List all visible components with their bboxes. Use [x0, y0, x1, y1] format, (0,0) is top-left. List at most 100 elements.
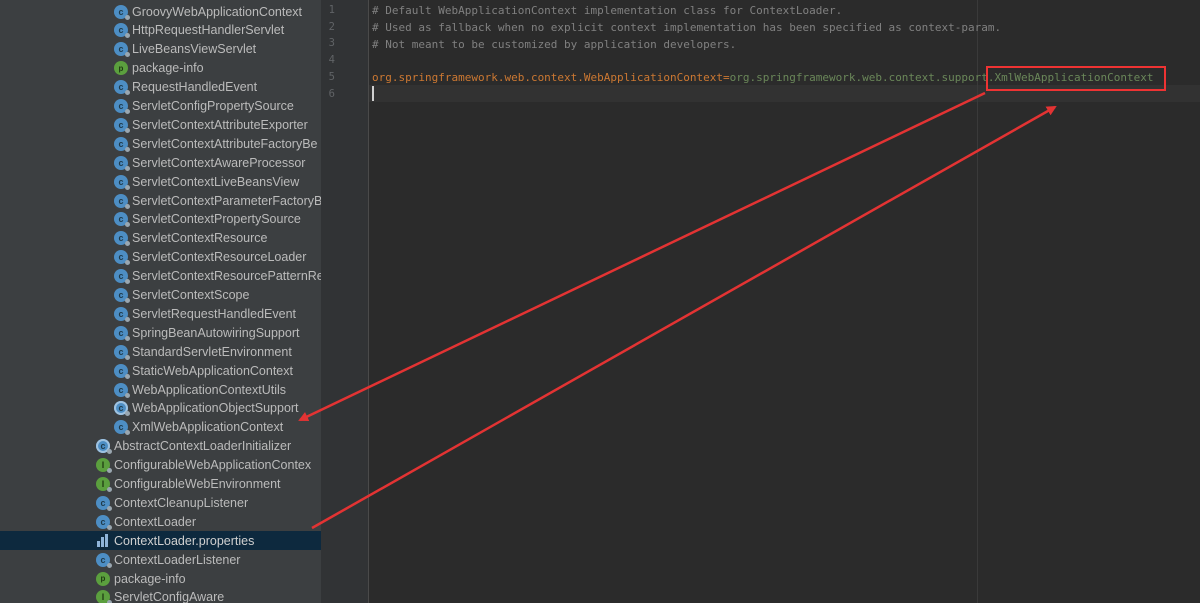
tree-item[interactable]: c ServletContextAttributeExporter: [0, 115, 321, 134]
class-icon: c: [96, 495, 112, 511]
code-line-1[interactable]: # Default WebApplicationContext implemen…: [372, 2, 842, 19]
tree-item-label: ServletContextAttributeExporter: [132, 117, 308, 132]
class-icon: c: [114, 306, 130, 322]
tree-item[interactable]: c AbstractContextLoaderInitializer: [0, 437, 321, 456]
tree-item-label: ContextCleanupListener: [114, 495, 249, 510]
property-equals: =: [723, 71, 730, 84]
class-icon: c: [96, 514, 112, 530]
package-info-icon: p: [96, 571, 110, 586]
tree-item-label: AbstractContextLoaderInitializer: [114, 439, 292, 454]
line-number: 5: [328, 70, 335, 83]
package-info-icon: p: [114, 61, 128, 76]
class-icon: c: [114, 136, 130, 152]
tree-item[interactable]: c ServletContextParameterFactoryB: [0, 191, 321, 210]
class-icon: c: [114, 99, 130, 114]
tree-item[interactable]: I ConfigurableWebApplicationContex: [0, 456, 321, 475]
interface-icon: I: [96, 458, 112, 474]
class-icon: c: [114, 231, 130, 247]
class-icon: c: [114, 212, 130, 228]
line-number: 2: [328, 20, 335, 33]
properties-file-icon: [96, 533, 110, 548]
line-number: 1: [328, 4, 335, 16]
tree-item[interactable]: c StaticWebApplicationContext: [0, 361, 321, 380]
tree-item[interactable]: c ServletContextResource: [0, 229, 321, 248]
tree-item[interactable]: c StandardServletEnvironment: [0, 342, 321, 361]
tree-item-label: ServletContextResourcePatternRe: [132, 269, 321, 284]
tree-item[interactable]: c ServletContextResourcePatternRe: [0, 267, 321, 286]
class-icon: c: [114, 363, 130, 379]
tree-item[interactable]: c ContextCleanupListener: [0, 493, 321, 512]
class-icon: c: [114, 325, 130, 341]
abstract-class-icon: c: [114, 401, 130, 417]
tree-item-label: StandardServletEnvironment: [132, 344, 292, 359]
tree-item[interactable]: c ServletContextLiveBeansView: [0, 172, 321, 191]
tree-item[interactable]: c LiveBeansViewServlet: [0, 40, 321, 59]
tree-item-label: GroovyWebApplicationContext: [132, 4, 302, 19]
tree-item-label: package-info: [132, 61, 204, 76]
tree-item-label: ServletContextAttributeFactoryBe: [132, 136, 318, 151]
tree-item-label: ServletContextResourceLoader: [132, 250, 307, 265]
tree-item[interactable]: c GroovyWebApplicationContext: [0, 2, 321, 21]
tree-item-label: ConfigurableWebEnvironment: [114, 477, 281, 491]
code-line-2[interactable]: # Used as fallback when no explicit cont…: [372, 19, 1001, 36]
project-tree: c GroovyWebApplicationContext c HttpRequest…: [0, 0, 321, 603]
tree-item-label: ServletConfigAware: [114, 590, 225, 603]
class-icon: c: [114, 288, 130, 303]
interface-icon: I: [96, 590, 112, 603]
tree-item[interactable]: c WebApplicationContextUtils: [0, 380, 321, 399]
tree-item-label: ContextLoader.properties: [114, 533, 255, 548]
tree-item[interactable]: c ServletContextPropertySource: [0, 210, 321, 229]
tree-item-label: WebApplicationContextUtils: [132, 382, 287, 397]
tree-item[interactable]: I ServletConfigAware: [0, 588, 321, 603]
abstract-class-icon: c: [96, 439, 112, 455]
tree-item-label: ServletContextAwareProcessor: [132, 155, 306, 170]
tree-item-label: ServletContextScope: [132, 288, 250, 302]
tree-item[interactable]: c SpringBeanAutowiringSupport: [0, 323, 321, 342]
tree-item[interactable]: c ServletContextAttributeFactoryBe: [0, 134, 321, 153]
tree-item-label: ConfigurableWebApplicationContex: [114, 458, 312, 473]
class-icon: c: [114, 382, 130, 398]
tree-item[interactable]: c XmlWebApplicationContext: [0, 418, 321, 437]
class-icon: c: [114, 174, 130, 190]
class-icon: c: [114, 193, 130, 209]
class-icon: c: [96, 552, 112, 568]
tree-item-label: package-info: [114, 571, 186, 586]
tree-item-label: ServletContextParameterFactoryB: [132, 193, 321, 208]
tree-item-label: ServletContextPropertySource: [132, 212, 301, 227]
class-icon: c: [114, 4, 130, 20]
tree-item-label: ServletRequestHandledEvent: [132, 306, 296, 321]
tree-item[interactable]: c ContextLoaderListener: [0, 550, 321, 569]
tree-item[interactable]: p package-info: [0, 569, 321, 588]
tree-item-label: XmlWebApplicationContext: [132, 420, 284, 435]
tree-item[interactable]: c ServletRequestHandledEvent: [0, 304, 321, 323]
tree-item[interactable]: p package-info: [0, 59, 321, 78]
line-number: 4: [328, 54, 335, 67]
code-line-3[interactable]: # Not meant to be customized by applicat…: [372, 36, 736, 53]
tree-item-label: LiveBeansViewServlet: [132, 42, 257, 57]
tree-item[interactable]: c RequestHandledEvent: [0, 78, 321, 97]
tree-item-label: SpringBeanAutowiringSupport: [132, 325, 300, 340]
class-icon: c: [114, 155, 130, 171]
interface-icon: I: [96, 477, 112, 492]
tree-item-label: ServletContextLiveBeansView: [132, 174, 300, 189]
class-icon: c: [114, 420, 130, 436]
tree-item[interactable]: c ServletContextResourceLoader: [0, 248, 321, 267]
class-icon: c: [114, 117, 130, 133]
tree-item-label: HttpRequestHandlerServlet: [132, 23, 285, 38]
editor-gutter: 1 2 3 4 5 6: [321, 0, 369, 603]
line-number: 3: [328, 37, 335, 50]
tree-item[interactable]: c ServletContextScope: [0, 286, 321, 305]
tree-item[interactable]: ContextLoader.properties: [0, 531, 321, 551]
tree-item[interactable]: I ConfigurableWebEnvironment: [0, 475, 321, 494]
class-icon: c: [114, 344, 130, 360]
tree-item[interactable]: c ContextLoader: [0, 512, 321, 531]
tree-item-label: StaticWebApplicationContext: [132, 363, 293, 378]
tree-item[interactable]: c ServletContextAwareProcessor: [0, 153, 321, 172]
property-key: org.springframework.web.context.WebAppli…: [372, 71, 723, 84]
line-number: 6: [328, 87, 335, 100]
tree-item[interactable]: c ServletConfigPropertySource: [0, 97, 321, 116]
tree-item[interactable]: c WebApplicationObjectSupport: [0, 399, 321, 418]
tree-item-label: WebApplicationObjectSupport: [132, 401, 299, 416]
right-margin-guide: [977, 0, 978, 603]
tree-item[interactable]: c HttpRequestHandlerServlet: [0, 21, 321, 40]
